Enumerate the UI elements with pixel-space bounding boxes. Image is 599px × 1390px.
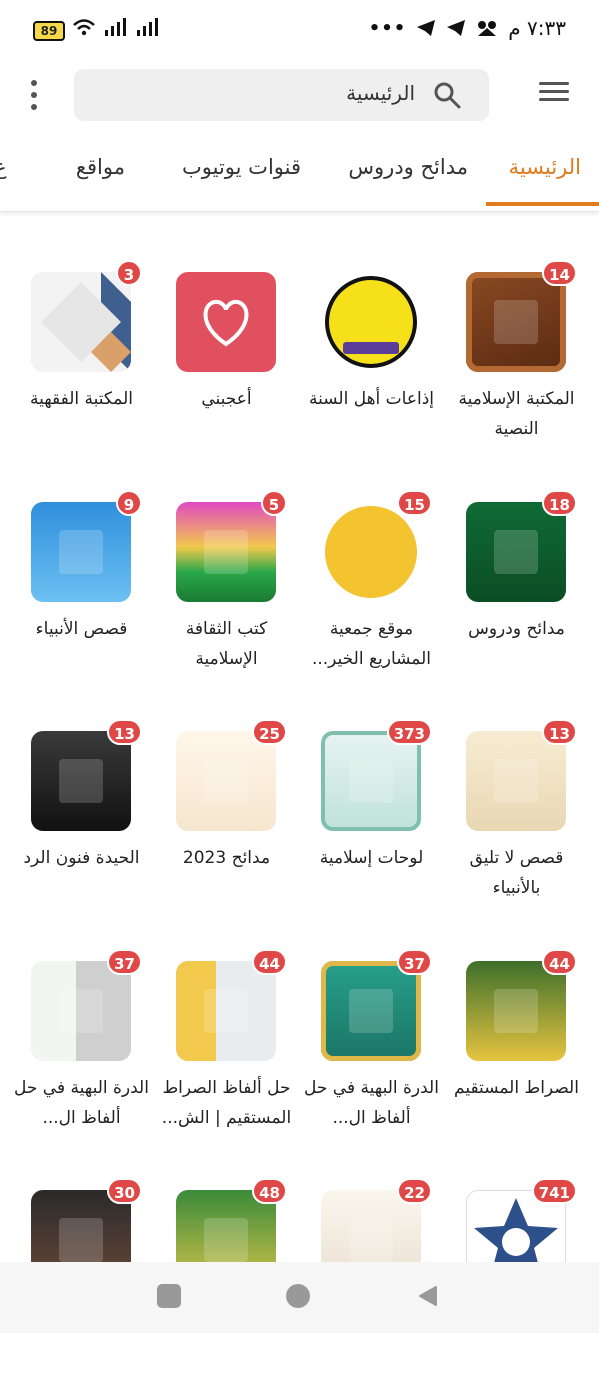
- connectivity-icons: [72, 18, 160, 36]
- wifi-icon: [73, 19, 95, 36]
- count-badge: 25: [252, 719, 287, 745]
- grid-item[interactable]: 9 قصص الأنبياء: [9, 490, 154, 702]
- green-calligraphy-icon[interactable]: [466, 502, 566, 602]
- count-badge: 15: [397, 490, 432, 516]
- grid-item-label: إذاعات أهل السنة: [308, 389, 435, 409]
- grid-item[interactable]: 37 الدرة البهية في حل ألفاظ ال...: [299, 949, 444, 1161]
- search-input[interactable]: الرئيسية: [346, 81, 415, 105]
- grid-item[interactable]: 18 مدائح ودروس: [444, 490, 589, 702]
- count-badge: 30: [107, 1178, 142, 1204]
- overflow-menu-button[interactable]: [28, 80, 40, 110]
- system-nav-bar: [0, 1262, 599, 1333]
- count-badge: 9: [116, 490, 142, 516]
- grid-item[interactable]: 44 الصراط المستقيم: [444, 949, 589, 1161]
- battery-indicator: 89: [33, 21, 65, 41]
- recents-button[interactable]: [157, 1284, 181, 1308]
- grid-item[interactable]: 37 الدرة البهية في حل ألفاظ ال...: [9, 949, 154, 1161]
- search-icon[interactable]: [433, 81, 461, 109]
- grid-item[interactable]: إذاعات أهل السنة: [299, 272, 444, 472]
- grid-item[interactable]: 15 موقع جمعية المشاريع الخير...: [299, 490, 444, 702]
- count-badge: 3: [116, 260, 142, 286]
- count-badge: 741: [531, 1178, 577, 1204]
- mashari-logo-icon[interactable]: [321, 502, 421, 602]
- back-button[interactable]: [416, 1284, 440, 1308]
- grid-item[interactable]: 44 حل ألفاظ الصراط المستقيم | الش...: [154, 949, 299, 1161]
- grid-item-label: قصص الأنبياء: [35, 619, 128, 639]
- sheikh-photo-icon[interactable]: [31, 961, 131, 1061]
- grid-item[interactable]: أعجبني: [154, 272, 299, 472]
- grid-item-label: الدرة البهية في حل ألفاظ ال...: [304, 1078, 439, 1128]
- count-badge: 373: [386, 719, 432, 745]
- grid-item-label: الصراط المستقيم: [454, 1078, 579, 1098]
- grid-item[interactable]: 5 كتب الثقافة الإسلامية: [154, 490, 299, 702]
- grid-item[interactable]: 3 المكتبة الفقهية: [9, 260, 154, 472]
- sheikh-book-icon[interactable]: [176, 961, 276, 1061]
- grid-item-label: الدرة البهية في حل ألفاظ ال...: [14, 1078, 149, 1128]
- book-cover-brown-icon[interactable]: [466, 272, 566, 372]
- grid-item[interactable]: 13 قصص لا تليق بالأنبياء: [444, 719, 589, 931]
- count-badge: 13: [542, 719, 577, 745]
- tab-home[interactable]: الرئيسية: [509, 155, 581, 179]
- grid-item[interactable]: 14 المكتبة الإسلامية النصية: [444, 260, 589, 472]
- tab-praise-lessons[interactable]: مدائح ودروس: [348, 155, 468, 179]
- hamburger-menu-button[interactable]: [539, 82, 569, 106]
- library-logo-icon[interactable]: [31, 272, 131, 372]
- grid-item-label: المكتبة الإسلامية النصية: [458, 389, 575, 439]
- grid-item-label: مدائح 2023: [182, 848, 271, 868]
- count-badge: 22: [397, 1178, 432, 1204]
- count-badge: 14: [542, 260, 577, 286]
- more-notifications: •••: [368, 17, 407, 39]
- status-bar: 89 ••• ٧:٣٣ م: [0, 0, 599, 60]
- status-right: ••• ٧:٣٣ م: [369, 16, 566, 40]
- tab-youtube-channels[interactable]: قنوات يوتيوب: [182, 155, 301, 179]
- count-badge: 48: [252, 1178, 287, 1204]
- tab-bar: الرئيسية مدائح ودروس قنوات يوتيوب مواقع …: [0, 135, 599, 212]
- count-badge: 13: [107, 719, 142, 745]
- count-badge: 37: [397, 949, 432, 975]
- grid-item-label: كتب الثقافة الإسلامية: [185, 619, 268, 669]
- speaker-photo-icon[interactable]: [31, 731, 131, 831]
- mosque-image-icon[interactable]: [176, 502, 276, 602]
- search-bar[interactable]: الرئيسية: [74, 69, 489, 121]
- grid-item-label: لوحات إسلامية: [319, 848, 424, 868]
- tab-next-partial[interactable]: ع: [0, 155, 7, 179]
- telegram-icon: [417, 20, 436, 36]
- heart-icon-icon[interactable]: [176, 272, 276, 372]
- tab-websites[interactable]: مواقع: [76, 155, 125, 179]
- signal-icon-2: [137, 18, 158, 36]
- signal-icon: [105, 18, 126, 36]
- grid-item-label: المكتبة الفقهية: [29, 389, 134, 409]
- clock: ٧:٣٣ م: [508, 16, 566, 40]
- grid-item-label: حل ألفاظ الصراط المستقيم | الش...: [161, 1078, 292, 1128]
- grid-item-label: أعجبني: [201, 389, 252, 409]
- prophets-stories-icon[interactable]: [31, 502, 131, 602]
- grid-item-label: مدائح ودروس: [468, 619, 565, 639]
- book-cover-cream-icon[interactable]: [466, 731, 566, 831]
- count-badge: 18: [542, 490, 577, 516]
- grid-item[interactable]: 373 لوحات إسلامية: [299, 719, 444, 931]
- book-yellow-icon[interactable]: [466, 961, 566, 1061]
- book-teal-icon[interactable]: [321, 961, 421, 1061]
- count-badge: 44: [252, 949, 287, 975]
- grid-item-label: موقع جمعية المشاريع الخير...: [311, 619, 432, 669]
- grid-item[interactable]: 25 مدائح 2023: [154, 719, 299, 931]
- radio-logo-yellow-icon[interactable]: [321, 272, 421, 372]
- count-badge: 44: [542, 949, 577, 975]
- app-notification-icon: [478, 21, 497, 36]
- grid-item-label: الحيدة فنون الرد: [23, 848, 140, 868]
- grid-item[interactable]: 13 الحيدة فنون الرد: [9, 719, 154, 931]
- active-tab-indicator: [486, 202, 599, 206]
- home-button[interactable]: [286, 1284, 310, 1308]
- count-badge: 5: [261, 490, 287, 516]
- praise-2023-icon[interactable]: [176, 731, 276, 831]
- count-badge: 37: [107, 949, 142, 975]
- telegram-icon-2: [447, 20, 466, 36]
- grid-item-label: قصص لا تليق بالأنبياء: [469, 848, 564, 898]
